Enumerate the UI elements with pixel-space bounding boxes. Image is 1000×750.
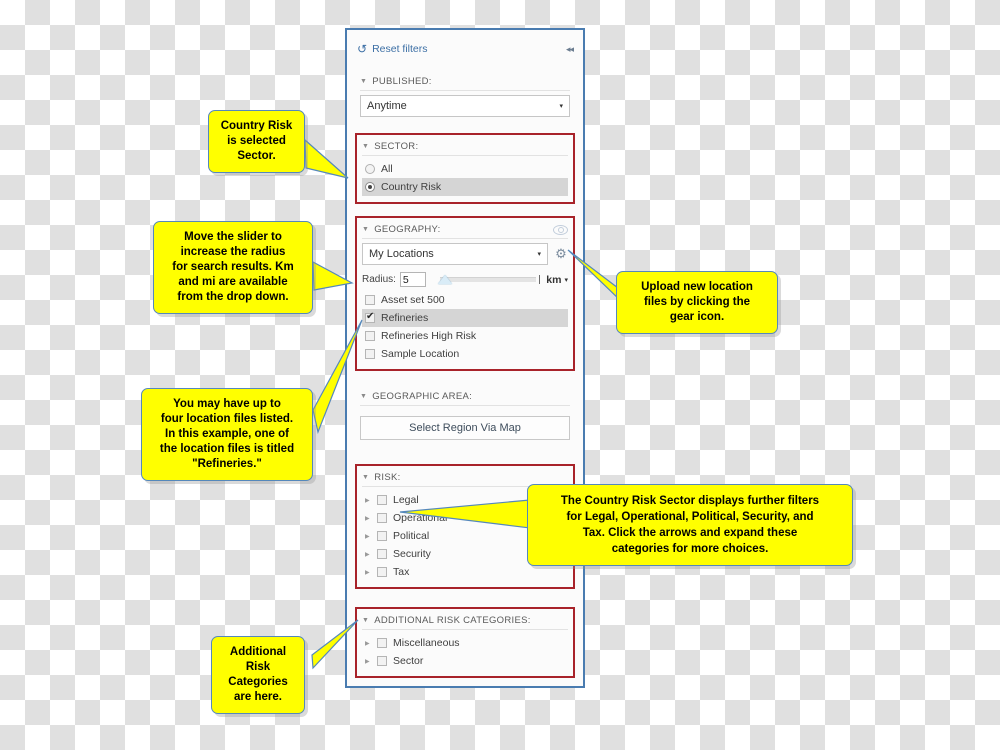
callout-location-files-text: You may have up to four location files l… (159, 398, 295, 470)
callout-gear: Upload new location files by clicking th… (616, 271, 778, 334)
callout-location-files: You may have up to four location files l… (141, 388, 313, 481)
callout-sector-text: Country Risk is selected Sector. (220, 120, 293, 162)
callout-tails (304, 138, 621, 670)
callout-sector: Country Risk is selected Sector. (208, 110, 305, 173)
callout-slider: Move the slider to increase the radius f… (153, 221, 313, 314)
callout-additional-categories-text: Additional Risk Categories are here. (228, 646, 288, 703)
callout-gear-text: Upload new location files by clicking th… (641, 281, 753, 323)
callout-slider-text: Move the slider to increase the radius f… (172, 231, 294, 303)
callout-risk: The Country Risk Sector displays further… (527, 484, 853, 566)
callout-additional-categories: Additional Risk Categories are here. (211, 636, 305, 714)
callout-risk-text: The Country Risk Sector displays further… (560, 495, 820, 555)
